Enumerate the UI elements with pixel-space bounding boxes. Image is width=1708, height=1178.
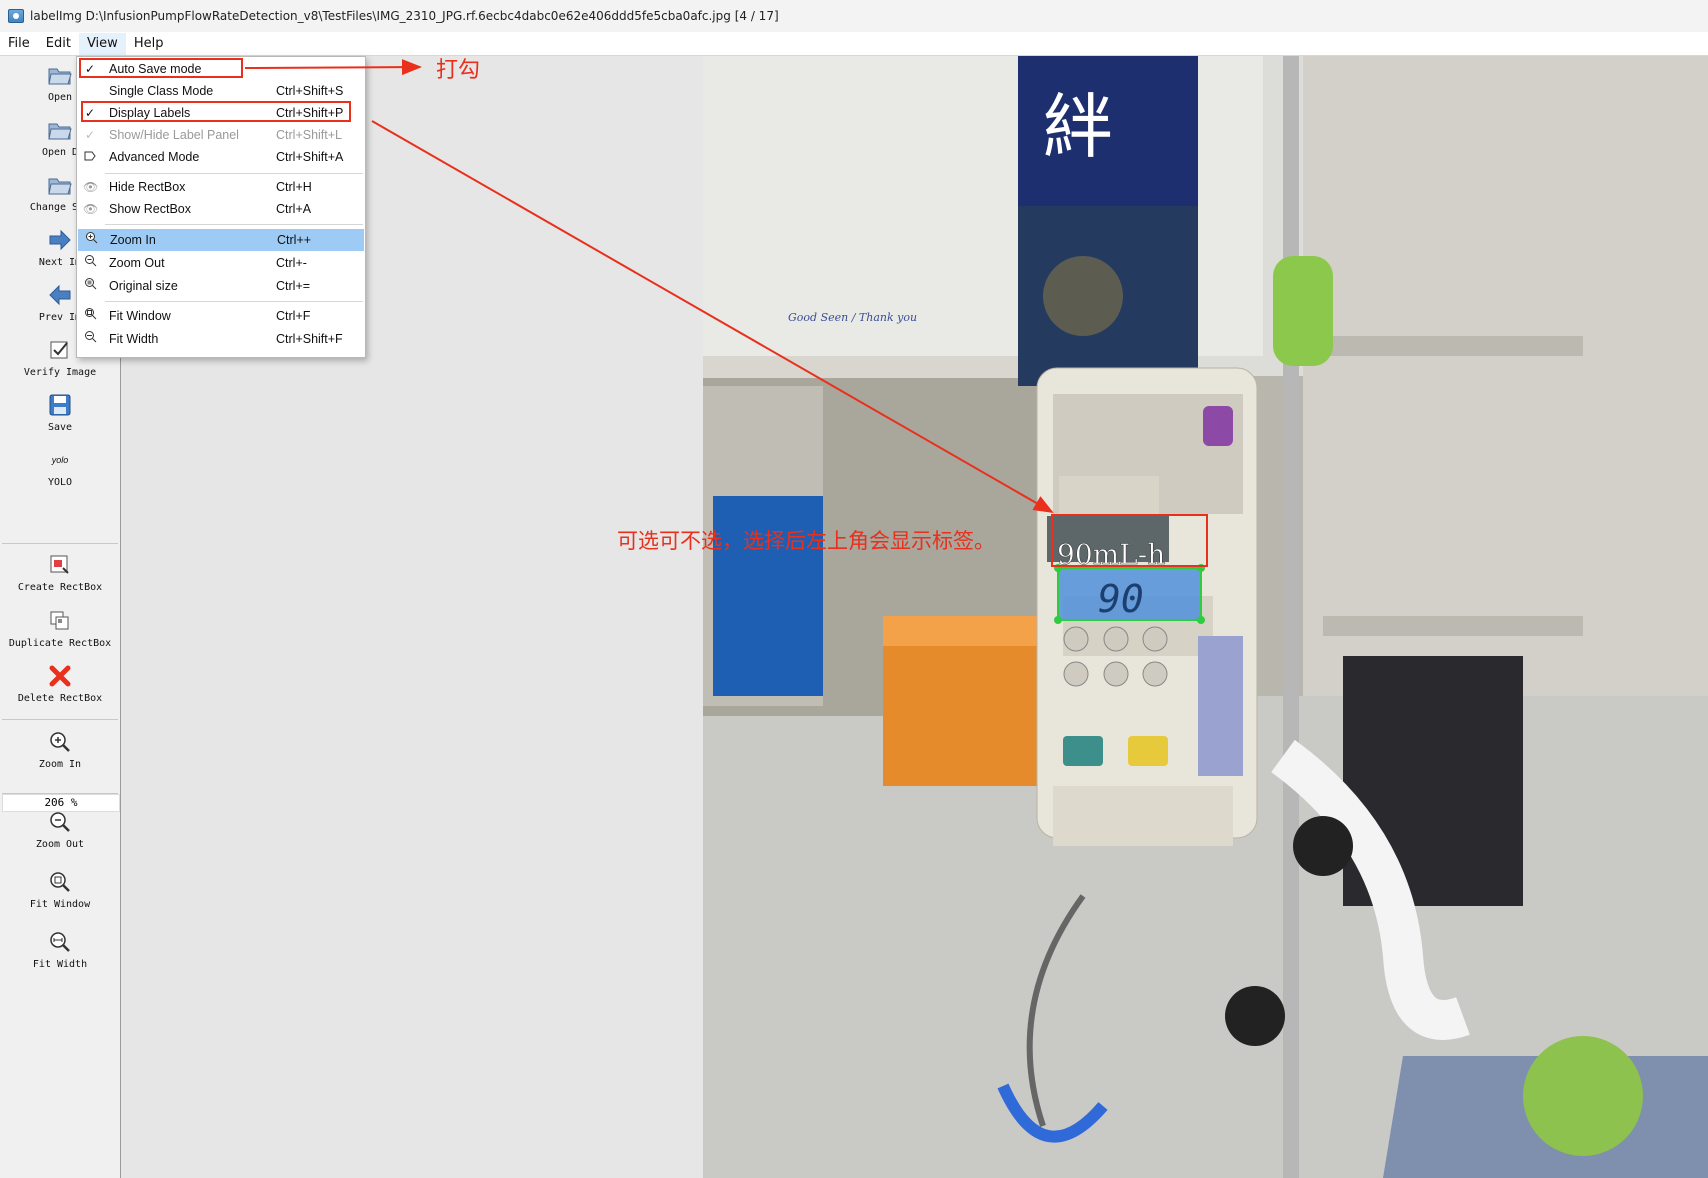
arrow-to-bbox-label xyxy=(371,120,1054,513)
annotation-arrows xyxy=(244,59,1054,513)
optional-annotation: 可选可不选，选择后左上角会显示标签。 xyxy=(617,529,995,553)
arrow-to-check-note xyxy=(244,59,422,76)
check-annotation: 打勾 xyxy=(436,58,481,83)
